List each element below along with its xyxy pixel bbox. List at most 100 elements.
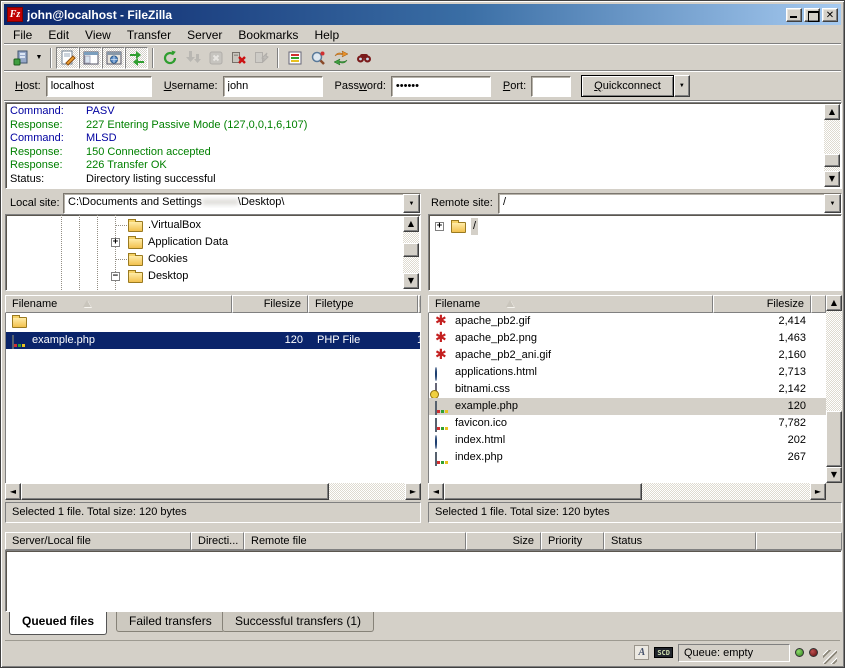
column-header-filename[interactable]: Filename (5, 295, 232, 313)
log-text: 227 Entering Passive Mode (127,0,0,1,6,1… (86, 119, 307, 131)
menu-edit[interactable]: Edit (40, 26, 77, 44)
file-row[interactable]: apache_pb2_ani.gif 2,160 (429, 347, 826, 364)
column-header-filesize[interactable]: Filesize (713, 295, 811, 313)
refresh-button[interactable] (158, 47, 181, 69)
local-site-dropdown[interactable]: ▼ (403, 194, 420, 213)
column-header-filetype[interactable]: Filetype (308, 295, 418, 313)
process-queue-button[interactable] (181, 47, 204, 69)
filezilla-window: Fz john@localhost - FileZilla File Edit … (0, 0, 845, 668)
column-header-direction[interactable]: Directi... (191, 532, 244, 550)
scroll-up-button[interactable]: ▲ (826, 295, 842, 311)
reconnect-button[interactable] (250, 47, 273, 69)
disconnect-button[interactable] (227, 47, 250, 69)
tree-item-virtualbox[interactable]: .VirtualBox (6, 217, 402, 234)
file-row[interactable]: favicon.ico 7,782 (429, 415, 826, 432)
collapse-minus-icon[interactable]: − (111, 272, 120, 281)
menu-bookmarks[interactable]: Bookmarks (230, 26, 306, 44)
file-row-parent-dir[interactable]: .. (6, 315, 421, 332)
column-header-filesize[interactable]: Filesize (232, 295, 308, 313)
file-row[interactable]: applications.html 2,713 (429, 364, 826, 381)
directory-comparison-icon (310, 50, 326, 66)
quickconnect-dropdown[interactable]: ▼ (674, 75, 690, 97)
sort-ascending-icon (506, 300, 514, 307)
file-row[interactable]: bitnami.css 2,142 (429, 381, 826, 398)
scroll-thumb[interactable] (403, 243, 419, 257)
expand-plus-icon[interactable]: + (435, 222, 444, 231)
tree-item-desktop[interactable]: − Desktop (6, 268, 402, 285)
directory-comparison-button[interactable] (306, 47, 329, 69)
quickconnect-button[interactable]: Quickconnect (581, 75, 674, 97)
scroll-down-button[interactable]: ▼ (824, 171, 840, 187)
remote-site-dropdown[interactable]: ▼ (824, 194, 841, 213)
site-manager-dropdown[interactable]: ▼ (32, 47, 46, 69)
toggle-local-tree-button[interactable] (79, 47, 102, 69)
activity-led-red (809, 648, 818, 657)
scroll-thumb[interactable] (826, 411, 842, 467)
toggle-message-log-button[interactable] (56, 47, 79, 69)
ascii-data-type-icon[interactable]: A (634, 645, 649, 660)
column-header-priority[interactable]: Priority (541, 532, 604, 550)
tree-item-cookies[interactable]: Cookies (6, 251, 402, 268)
file-row[interactable]: apache_pb2.gif 2,414 (429, 313, 826, 330)
local-list-header: Filename Filesize Filetype L (5, 295, 421, 313)
column-header-lastmodified[interactable]: L (418, 295, 421, 313)
menu-transfer[interactable]: Transfer (119, 26, 179, 44)
tab-successful-transfers[interactable]: Successful transfers (1) (222, 612, 374, 632)
expand-plus-icon[interactable]: + (111, 238, 120, 247)
close-button[interactable] (822, 8, 838, 22)
tab-queued-files[interactable]: Queued files (9, 612, 107, 635)
scroll-up-button[interactable]: ▲ (403, 216, 419, 232)
minimize-button[interactable] (786, 8, 802, 22)
column-header-server-local-file[interactable]: Server/Local file (5, 532, 191, 550)
column-header-status[interactable]: Status (604, 532, 756, 550)
file-row[interactable]: index.html 202 (429, 432, 826, 449)
remote-site-combo[interactable]: / ▼ (498, 193, 842, 214)
tab-failed-transfers[interactable]: Failed transfers (116, 612, 225, 632)
resize-grip[interactable] (823, 650, 837, 664)
scroll-right-button[interactable]: ► (405, 483, 421, 500)
toggle-transfer-queue-button[interactable] (125, 47, 148, 69)
php-file-icon (435, 401, 437, 415)
scroll-right-button[interactable]: ► (810, 483, 826, 500)
column-header-size[interactable]: Size (466, 532, 541, 550)
speed-limits-icon[interactable]: SCD (654, 647, 673, 658)
column-header-remote-file[interactable]: Remote file (244, 532, 466, 550)
scroll-thumb[interactable] (21, 483, 329, 500)
toggle-remote-tree-button[interactable] (102, 47, 125, 69)
file-row[interactable]: index.php 267 (429, 449, 826, 466)
file-row[interactable]: apache_pb2.png 1,463 (429, 330, 826, 347)
username-input[interactable] (223, 76, 323, 97)
file-row-example-php[interactable]: example.php 120 PHP File 1 (6, 332, 421, 349)
menu-view[interactable]: View (77, 26, 119, 44)
local-tree-pane: .VirtualBox + Application Data Cookies −… (5, 214, 421, 291)
log-label: Command: (10, 105, 86, 119)
scroll-thumb[interactable] (444, 483, 642, 500)
scroll-down-button[interactable]: ▼ (826, 467, 842, 483)
vertical-splitter[interactable] (421, 193, 428, 524)
scroll-up-button[interactable]: ▲ (824, 104, 840, 120)
maximize-button[interactable] (804, 8, 820, 22)
site-manager-button[interactable] (9, 47, 32, 69)
menu-file[interactable]: File (5, 26, 40, 44)
file-row-example-php[interactable]: example.php 120 (429, 398, 826, 415)
cancel-operation-button[interactable] (204, 47, 227, 69)
synchronized-browsing-button[interactable] (329, 47, 352, 69)
find-files-button[interactable] (352, 47, 375, 69)
tree-item-application-data[interactable]: + Application Data (6, 234, 402, 251)
host-input[interactable] (46, 76, 152, 97)
scroll-thumb[interactable] (824, 154, 840, 167)
directory-listing-filters-button[interactable] (283, 47, 306, 69)
column-header-filename[interactable]: Filename (428, 295, 713, 313)
host-label: Host: (15, 80, 41, 92)
local-site-combo[interactable]: C:\Documents and Settingsxxxxxxxx\Deskto… (63, 193, 421, 214)
scroll-left-button[interactable]: ◄ (5, 483, 21, 500)
menu-server[interactable]: Server (179, 26, 230, 44)
tree-item-root[interactable]: + / (429, 218, 823, 235)
scroll-down-button[interactable]: ▼ (403, 273, 419, 289)
port-input[interactable] (531, 76, 571, 97)
menu-help[interactable]: Help (306, 26, 347, 44)
scroll-left-button[interactable]: ◄ (428, 483, 444, 500)
log-text: Directory listing successful (86, 173, 216, 185)
password-input[interactable] (391, 76, 491, 97)
log-label: Response: (10, 159, 86, 173)
